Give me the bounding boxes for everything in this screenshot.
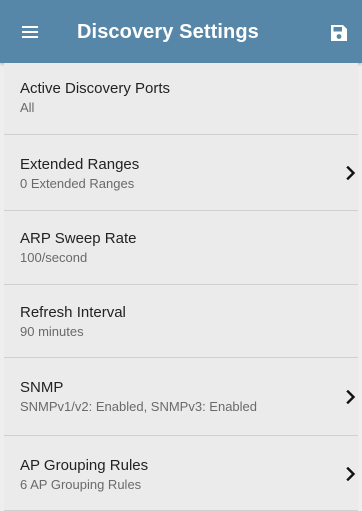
- setting-arp-sweep-rate[interactable]: ARP Sweep Rate 100/second: [4, 211, 358, 285]
- setting-value: 6 AP Grouping Rules: [20, 477, 142, 492]
- setting-value: 100/second: [20, 250, 88, 265]
- settings-list: Active Discovery Ports All Extended Rang…: [4, 63, 358, 511]
- hamburger-menu-icon[interactable]: [18, 20, 46, 44]
- setting-value: 0 Extended Ranges: [20, 176, 135, 191]
- setting-value: 90 minutes: [20, 324, 84, 339]
- setting-title: ARP Sweep Rate: [20, 230, 137, 247]
- setting-value: All: [20, 100, 35, 115]
- setting-title: Active Discovery Ports: [20, 80, 171, 97]
- setting-ap-grouping-rules[interactable]: AP Grouping Rules 6 AP Grouping Rules: [4, 436, 358, 511]
- setting-title: Refresh Interval: [20, 304, 126, 321]
- setting-value: SNMPv1/v2: Enabled, SNMPv3: Enabled: [20, 399, 258, 414]
- setting-active-discovery-ports[interactable]: Active Discovery Ports All: [4, 63, 358, 135]
- setting-refresh-interval[interactable]: Refresh Interval 90 minutes: [4, 285, 358, 358]
- chevron-right-icon: [346, 390, 356, 404]
- discovery-settings-screen: Discovery Settings Active Discovery Port…: [0, 0, 362, 511]
- setting-snmp[interactable]: SNMP SNMPv1/v2: Enabled, SNMPv3: Enabled: [4, 358, 358, 436]
- save-icon[interactable]: [327, 21, 351, 45]
- page-title: Discovery Settings: [77, 21, 259, 43]
- chevron-right-icon: [346, 166, 356, 180]
- chevron-right-icon: [346, 467, 356, 481]
- setting-title: Extended Ranges: [20, 156, 140, 173]
- app-bar: Discovery Settings: [0, 0, 362, 63]
- setting-extended-ranges[interactable]: Extended Ranges 0 Extended Ranges: [4, 135, 358, 211]
- setting-title: AP Grouping Rules: [20, 457, 149, 474]
- setting-title: SNMP: [20, 379, 64, 396]
